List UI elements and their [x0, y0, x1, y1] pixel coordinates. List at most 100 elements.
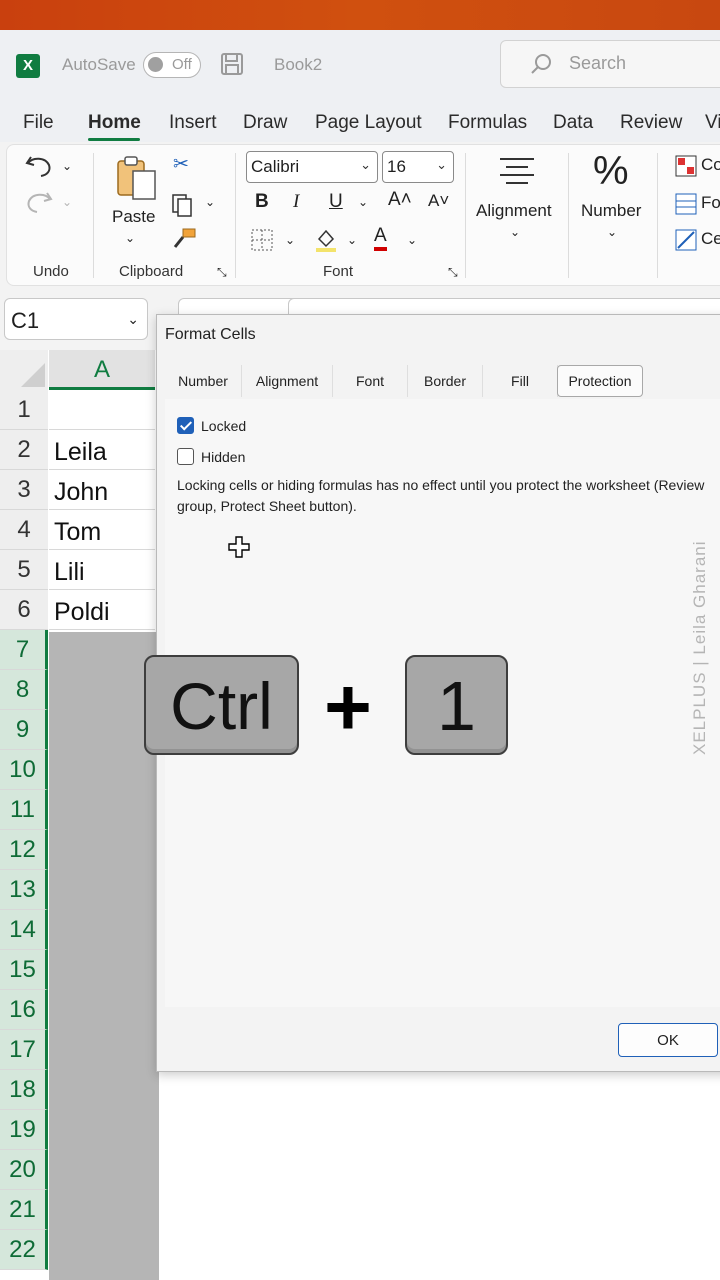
tab-view[interactable]: Vi [705, 112, 720, 134]
fill-color-icon[interactable] [313, 227, 339, 253]
row-header[interactable]: 3 [0, 470, 48, 510]
autosave-toggle[interactable]: Off [143, 52, 201, 78]
tab-font[interactable]: Font [333, 365, 408, 397]
undo-dropdown-icon[interactable]: ⌄ [62, 159, 72, 173]
number-format-icon[interactable]: % [593, 149, 629, 194]
chevron-down-icon: ⌄ [360, 157, 371, 172]
row-header[interactable]: 9 [0, 710, 48, 750]
row-header[interactable]: 16 [0, 990, 48, 1030]
tab-alignment[interactable]: Alignment [242, 365, 333, 397]
protection-description: Locking cells or hiding formulas has no … [177, 477, 705, 514]
move-cursor-icon [228, 536, 250, 558]
row-header[interactable]: 2 [0, 430, 48, 470]
cell-a1[interactable] [49, 390, 155, 430]
cell-a2[interactable]: Leila [49, 430, 155, 470]
font-name-combo[interactable]: Calibri ⌄ [246, 151, 378, 183]
paste-label[interactable]: Paste [112, 207, 155, 227]
toggle-knob-icon [148, 57, 163, 72]
row-header[interactable]: 15 [0, 950, 48, 990]
locked-checkbox[interactable] [177, 417, 194, 434]
hidden-checkbox[interactable] [177, 448, 194, 465]
row-header[interactable]: 21 [0, 1190, 48, 1230]
clipboard-launcher-icon[interactable]: ⤡ [217, 265, 227, 280]
row-header[interactable]: 19 [0, 1110, 48, 1150]
save-icon[interactable] [220, 52, 244, 76]
hidden-label: Hidden [201, 449, 246, 465]
cut-icon[interactable]: ✂ [173, 153, 189, 176]
paste-dropdown-icon[interactable]: ⌄ [125, 231, 135, 245]
row-header[interactable]: 14 [0, 910, 48, 950]
font-color-dropdown-icon[interactable]: ⌄ [407, 233, 417, 247]
borders-icon[interactable] [251, 229, 273, 251]
undo-icon[interactable] [25, 153, 53, 179]
row-header[interactable]: 8 [0, 670, 48, 710]
column-header-a[interactable]: A [49, 350, 155, 390]
row-header[interactable]: 11 [0, 790, 48, 830]
conditional-formatting-label[interactable]: Co [701, 155, 720, 175]
italic-button[interactable]: I [293, 191, 299, 213]
tab-formulas[interactable]: Formulas [448, 112, 527, 134]
tab-insert[interactable]: Insert [169, 112, 217, 134]
redo-dropdown-icon: ⌄ [62, 195, 73, 209]
cell-a3[interactable]: John [49, 470, 155, 510]
font-launcher-icon[interactable]: ⤡ [448, 265, 458, 280]
row-header[interactable]: 18 [0, 1070, 48, 1110]
underline-button[interactable]: U [329, 191, 343, 213]
active-tab-indicator [88, 138, 140, 141]
row-header[interactable]: 20 [0, 1150, 48, 1190]
fill-color-dropdown-icon[interactable]: ⌄ [347, 233, 357, 247]
group-separator [235, 153, 236, 278]
row-header[interactable]: 6 [0, 590, 48, 630]
cell-a5[interactable]: Lili [49, 550, 155, 590]
tab-page-layout[interactable]: Page Layout [315, 112, 422, 134]
row-header[interactable]: 1 [0, 390, 48, 430]
tab-fill[interactable]: Fill [483, 365, 558, 397]
bold-button[interactable]: B [255, 191, 269, 213]
alignment-label[interactable]: Alignment [476, 201, 552, 221]
row-header[interactable]: 4 [0, 510, 48, 550]
tab-home[interactable]: Home [88, 112, 141, 134]
row-header[interactable]: 7 [0, 630, 48, 670]
row-header[interactable]: 5 [0, 550, 48, 590]
ok-button[interactable]: OK [618, 1023, 718, 1057]
tab-border[interactable]: Border [408, 365, 483, 397]
font-size-value: 16 [387, 157, 406, 176]
row-header[interactable]: 10 [0, 750, 48, 790]
row-header[interactable]: 17 [0, 1030, 48, 1070]
tab-review[interactable]: Review [620, 112, 682, 134]
paste-icon[interactable] [115, 155, 159, 201]
cell-a4[interactable]: Tom [49, 510, 155, 550]
decrease-font-icon[interactable]: A˅ [428, 191, 449, 211]
tab-draw[interactable]: Draw [243, 112, 287, 134]
tab-data[interactable]: Data [553, 112, 593, 134]
copy-dropdown-icon[interactable]: ⌄ [205, 195, 215, 209]
font-color-icon[interactable]: A [374, 225, 387, 251]
format-painter-icon[interactable] [171, 227, 197, 251]
number-label[interactable]: Number [581, 201, 641, 221]
number-dropdown-icon[interactable]: ⌄ [607, 225, 617, 239]
name-box[interactable]: C1 ⌄ [4, 298, 148, 340]
cell-styles-icon[interactable] [675, 229, 697, 251]
alignment-icon[interactable] [496, 155, 538, 191]
borders-dropdown-icon[interactable]: ⌄ [285, 233, 295, 247]
tab-number[interactable]: Number [165, 365, 242, 397]
underline-dropdown-icon[interactable]: ⌄ [358, 195, 368, 209]
row-header[interactable]: 13 [0, 870, 48, 910]
cell-a6[interactable]: Poldi [49, 590, 155, 630]
cell-styles-label[interactable]: Ce [701, 229, 720, 249]
copy-icon[interactable] [171, 193, 195, 219]
row-header[interactable]: 12 [0, 830, 48, 870]
tab-file[interactable]: File [23, 112, 54, 134]
format-as-table-label[interactable]: Fo [701, 193, 720, 213]
font-size-combo[interactable]: 16 ⌄ [382, 151, 454, 183]
row-header[interactable]: 22 [0, 1230, 48, 1270]
chevron-down-icon: ⌄ [127, 311, 139, 327]
conditional-formatting-icon[interactable] [675, 155, 697, 177]
select-all-button[interactable] [0, 350, 48, 390]
format-as-table-icon[interactable] [675, 193, 697, 215]
search-box[interactable]: Search [500, 40, 720, 88]
alignment-dropdown-icon[interactable]: ⌄ [510, 225, 520, 239]
increase-font-icon[interactable]: A˄ [388, 189, 412, 211]
group-separator [657, 153, 658, 278]
tab-protection[interactable]: Protection [557, 365, 643, 397]
